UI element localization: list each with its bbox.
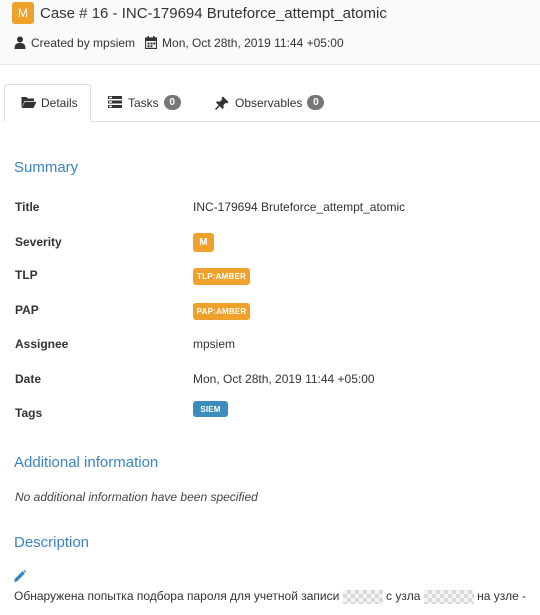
tab-details[interactable]: Details <box>4 84 91 122</box>
folder-open-icon <box>21 96 37 110</box>
pap-label: PAP <box>15 303 39 317</box>
assignee-value: mpsiem <box>193 337 236 351</box>
tag-siem[interactable]: SIEM <box>193 401 228 417</box>
case-title: Case # 16 - INC-179694 Bruteforce_attemp… <box>40 4 387 22</box>
tab-tasks-label: Tasks <box>128 95 159 110</box>
tags-label: Tags <box>15 406 43 420</box>
date-label: Date <box>15 372 42 386</box>
description-part-2: с узла <box>386 589 421 603</box>
created-by: Created by mpsiem <box>31 36 136 50</box>
severity-value-badge: M <box>193 233 214 252</box>
date-value: Mon, Oct 28th, 2019 11:44 +05:00 <box>193 372 375 386</box>
user-icon <box>14 36 28 50</box>
assignee-label: Assignee <box>15 337 69 351</box>
calendar-icon <box>145 36 159 50</box>
tasks-icon <box>108 95 124 110</box>
edit-pencil-icon[interactable] <box>14 570 26 582</box>
tlp-badge: TLP:AMBER <box>193 268 250 285</box>
summary-heading: Summary <box>14 159 79 176</box>
severity-badge: M <box>12 2 34 24</box>
description-heading: Description <box>14 534 90 551</box>
observables-count-badge: 0 <box>307 95 325 110</box>
tab-observables-label: Observables <box>235 95 303 110</box>
title-label: Title <box>15 200 40 214</box>
additional-info-heading: Additional information <box>14 454 159 471</box>
pap-badge: PAP:AMBER <box>193 303 250 320</box>
pushpin-icon <box>215 96 231 110</box>
case-tabs: Details Tasks 0 Observables 0 <box>4 84 540 122</box>
case-title-row: M Case # 16 - INC-179694 Bruteforce_atte… <box>12 0 387 26</box>
case-header: M Case # 16 - INC-179694 Bruteforce_atte… <box>0 0 540 65</box>
tab-details-label: Details <box>41 96 78 110</box>
case-meta: Created by mpsiem Mon, Oct 28th, 2019 11… <box>14 36 344 50</box>
description-part-1: Обнаружена попытка подбора пароля для уч… <box>14 589 340 603</box>
redacted-block <box>342 589 383 604</box>
severity-label: Severity <box>15 235 62 249</box>
tlp-label: TLP <box>15 268 38 282</box>
tab-tasks[interactable]: Tasks 0 <box>108 84 181 121</box>
description-part-3: на узле - <box>477 589 527 603</box>
tab-observables[interactable]: Observables 0 <box>215 84 325 121</box>
additional-info-note: No additional information have been spec… <box>15 490 258 504</box>
tasks-count-badge: 0 <box>163 95 181 110</box>
redacted-block <box>423 589 474 604</box>
created-date: Mon, Oct 28th, 2019 11:44 +05:00 <box>162 36 344 50</box>
title-value: INC-179694 Bruteforce_attempt_atomic <box>193 200 406 214</box>
description-text: Обнаружена попытка подбора пароля для уч… <box>14 589 540 604</box>
